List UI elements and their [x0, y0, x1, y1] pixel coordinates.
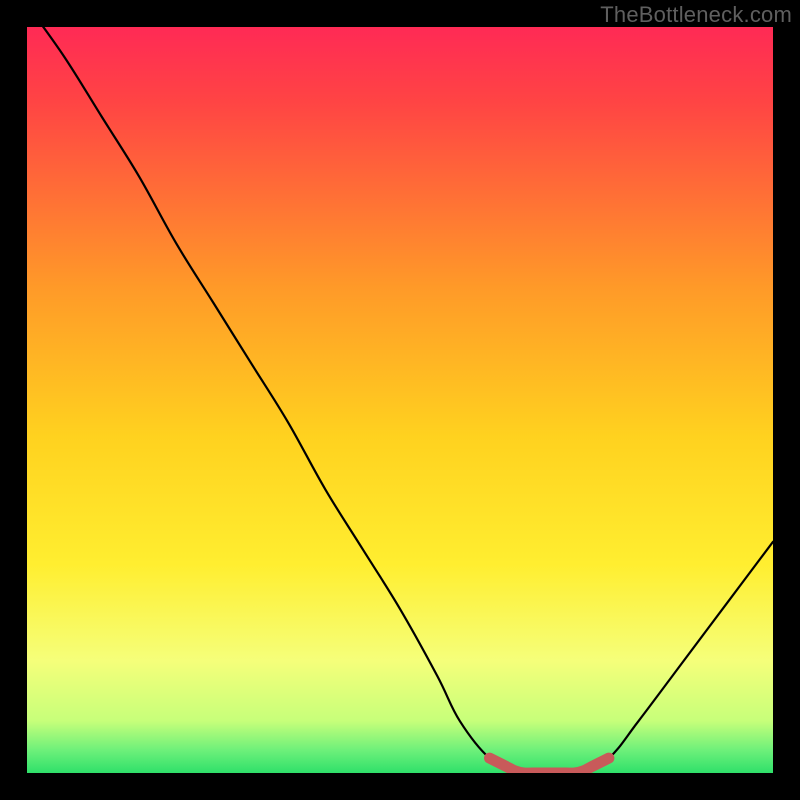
chart-plot-background	[27, 27, 773, 773]
chart-svg	[0, 0, 800, 800]
chart-stage: TheBottleneck.com	[0, 0, 800, 800]
attribution-text: TheBottleneck.com	[600, 2, 792, 28]
